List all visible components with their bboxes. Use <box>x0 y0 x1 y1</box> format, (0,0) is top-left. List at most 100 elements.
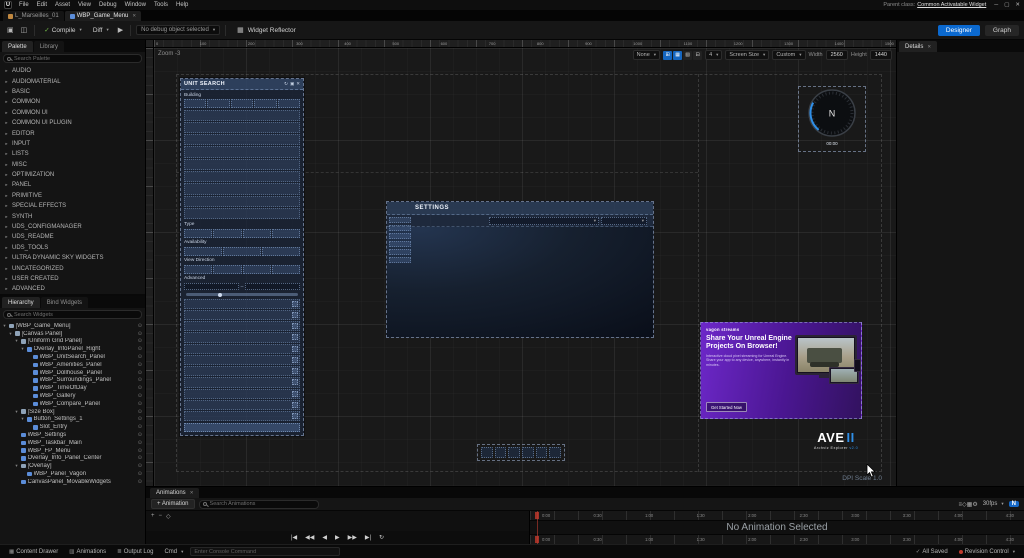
visibility-eye-icon[interactable]: ⊙ <box>138 331 142 337</box>
palette-search-input[interactable]: Search Palette <box>3 54 142 63</box>
visibility-eye-icon[interactable]: ⊙ <box>138 448 142 454</box>
get-started-button[interactable]: Get Started Now <box>706 402 747 412</box>
play-icon[interactable]: ▶ <box>116 26 125 34</box>
hierarchy-item[interactable]: WBP_Amenities_Panel ⊙ <box>0 361 145 369</box>
hierarchy-item[interactable]: ▾ [Overlay] ⊙ <box>0 462 145 470</box>
visibility-eye-icon[interactable]: ⊙ <box>138 416 142 422</box>
palette-category[interactable]: ▸ PRIMITIVE <box>0 191 145 201</box>
hierarchy-item[interactable]: ▾ [Uniform Grid Panel] ⊙ <box>0 338 145 346</box>
visibility-eye-icon[interactable]: ⊙ <box>138 346 142 352</box>
hierarchy-item[interactable]: WBP_Gallery ⊙ <box>0 392 145 400</box>
menu-view[interactable]: View <box>74 2 95 8</box>
transport-button[interactable]: ▶| <box>364 534 372 541</box>
tab-level[interactable]: L_Marseilles_01 <box>3 11 64 21</box>
debug-object-dropdown[interactable]: No debug object selected ▾ <box>136 25 221 35</box>
hierarchy-item[interactable]: WBP_TimeOfDay ⊙ <box>0 384 145 392</box>
design-surface[interactable]: Zoom -3 None ▾ ⊞ ▦ ▧ ⊟ 4 ▾ Screen Size ▾… <box>154 48 896 486</box>
palette-category[interactable]: ▸ BASIC <box>0 87 145 97</box>
palette-category[interactable]: ▸ UDS_README <box>0 232 145 242</box>
palette-category[interactable]: ▸ EDITOR <box>0 128 145 138</box>
palette-category[interactable]: ▸ SPECIAL EFFECTS <box>0 201 145 211</box>
settings-dropdown-1[interactable]: ▾ <box>489 216 599 225</box>
palette-category[interactable]: ▸ ADVANCED <box>0 284 145 294</box>
compile-button[interactable]: ✓ Compile ▾ <box>40 24 86 36</box>
key-tool-icon[interactable]: ◇ <box>166 513 171 520</box>
graph-button[interactable]: Graph <box>984 24 1019 36</box>
snap-size-dropdown[interactable]: 4 ▾ <box>705 50 723 60</box>
hierarchy-item[interactable]: ▾ [WBP_Game_Menu] ⊙ <box>0 322 145 330</box>
playhead-line[interactable] <box>537 511 538 544</box>
revision-control-button[interactable]: Revision Control ▾ <box>955 549 1019 555</box>
sequencer-n-badge[interactable]: N <box>1008 501 1019 507</box>
animation-timeline[interactable]: 0:00 0:30 1:00 1:30 2:00 2:30 3:00 3:30 4:00 4:30… <box>530 511 1024 544</box>
transport-button[interactable]: |◀ <box>290 534 298 541</box>
sequencer-icon[interactable]: ⚙ <box>972 502 977 508</box>
settings-dropdown-2[interactable]: ▾ <box>601 216 647 225</box>
expand-icon[interactable]: ▣ <box>290 81 294 87</box>
menu-help[interactable]: Help <box>172 2 192 8</box>
transport-button[interactable]: ↻ <box>378 534 385 541</box>
timeline-ruler-top[interactable]: 0:00 0:30 1:00 1:30 2:00 2:30 3:00 3:30 4:00 4:30 <box>530 511 1024 520</box>
hierarchy-item[interactable]: WBP_Surroundings_Panel ⊙ <box>0 377 145 385</box>
transport-button[interactable]: ◀◀ <box>304 534 315 541</box>
visibility-eye-icon[interactable]: ⊙ <box>138 354 142 360</box>
console-command-input[interactable]: Enter Console Command <box>190 547 341 556</box>
palette-category[interactable]: ▸ UNCATEGORIZED <box>0 263 145 273</box>
visibility-eye-icon[interactable]: ⊙ <box>138 409 142 415</box>
visibility-eye-icon[interactable]: ⊙ <box>138 479 142 485</box>
palette-category[interactable]: ▸ INPUT <box>0 139 145 149</box>
palette-category[interactable]: ▸ LISTS <box>0 149 145 159</box>
animations-drawer-button[interactable]: ▥ Animations <box>65 549 110 555</box>
tab-palette[interactable]: Palette <box>2 41 33 52</box>
save-icon[interactable]: ▣ <box>5 26 16 34</box>
hierarchy-item[interactable]: ▾ [Size Box] ⊙ <box>0 408 145 416</box>
content-drawer-button[interactable]: ▦ Content Drawer <box>5 549 62 555</box>
hierarchy-item[interactable]: WBP_Taskbar_Main ⊙ <box>0 439 145 447</box>
palette-category[interactable]: ▸ MISC <box>0 160 145 170</box>
settings-widget[interactable]: SETTINGS ▾ ▾ <box>386 201 654 338</box>
tab-library[interactable]: Library <box>33 41 65 52</box>
diff-button[interactable]: Diff ▾ <box>89 25 113 36</box>
lock-icon[interactable]: ⊞ <box>663 50 673 60</box>
visibility-eye-icon[interactable]: ⊙ <box>138 377 142 383</box>
palette-category[interactable]: ▸ AUDIO <box>0 66 145 76</box>
outline-toggle-icon[interactable]: ▧ <box>683 50 693 60</box>
palette-category[interactable]: ▸ COMMON UI <box>0 108 145 118</box>
menu-debug[interactable]: Debug <box>95 2 121 8</box>
menu-window[interactable]: Window <box>121 2 150 8</box>
apply-filters-button[interactable] <box>184 423 300 432</box>
visibility-eye-icon[interactable]: ⊙ <box>138 370 142 376</box>
close-icon[interactable]: ✕ <box>927 44 931 50</box>
hierarchy-item[interactable]: WBP_FP_Menu ⊙ <box>0 447 145 455</box>
visibility-eye-icon[interactable]: ⊙ <box>138 424 142 430</box>
hierarchy-item[interactable]: WBP_Compare_Panel ⊙ <box>0 400 145 408</box>
hierarchy-search-input[interactable]: Search Widgets <box>3 310 142 319</box>
hierarchy-item[interactable]: WBP_Settings ⊙ <box>0 431 145 439</box>
palette-category[interactable]: ▸ ULTRA DYNAMIC SKY WIDGETS <box>0 253 145 263</box>
hierarchy-item[interactable]: WBP_UnitSearch_Panel ⊙ <box>0 353 145 361</box>
tab-widget-blueprint[interactable]: WBP_Game_Menu ✕ <box>64 11 142 21</box>
designer-button[interactable]: Designer <box>937 24 980 36</box>
palette-category[interactable]: ▸ PANEL <box>0 180 145 190</box>
hierarchy-item[interactable]: ▾ Button_Settings_1 ⊙ <box>0 416 145 424</box>
tab-bind-widgets[interactable]: Bind Widgets <box>40 297 89 308</box>
key-tool-icon[interactable]: − <box>159 513 163 519</box>
ave-logo-widget[interactable]: AVE II Archviz Explorer v2.0 <box>804 431 868 463</box>
height-input[interactable]: 1440 <box>869 50 892 60</box>
palette-category[interactable]: ▸ UDS_TOOLS <box>0 243 145 253</box>
tab-details[interactable]: Details ✕ <box>899 41 938 52</box>
maximize-icon[interactable]: ▢ <box>1004 2 1009 8</box>
visibility-eye-icon[interactable]: ⊙ <box>138 323 142 329</box>
hierarchy-item[interactable]: ▾ Overlay_InfoPanel_Right ⊙ <box>0 345 145 353</box>
grid-snap-icon[interactable]: ▦ <box>673 50 683 60</box>
transport-button[interactable]: ▶▶ <box>347 534 358 541</box>
price-slider[interactable] <box>186 293 298 296</box>
palette-category[interactable]: ▸ AUDIOMATERIAL <box>0 76 145 86</box>
unit-search-widget[interactable]: UNIT SEARCH ↻ ▣ ✕ Building Type Availabi… <box>180 78 304 436</box>
visibility-eye-icon[interactable]: ⊙ <box>138 401 142 407</box>
visibility-eye-icon[interactable]: ⊙ <box>138 455 142 461</box>
vagon-promo-widget[interactable]: vagon streams Share Your Unreal Engine P… <box>700 322 862 419</box>
compass-widget[interactable]: N 00:00 <box>798 86 866 152</box>
minimize-icon[interactable]: ─ <box>994 2 998 8</box>
visibility-eye-icon[interactable]: ⊙ <box>138 362 142 368</box>
